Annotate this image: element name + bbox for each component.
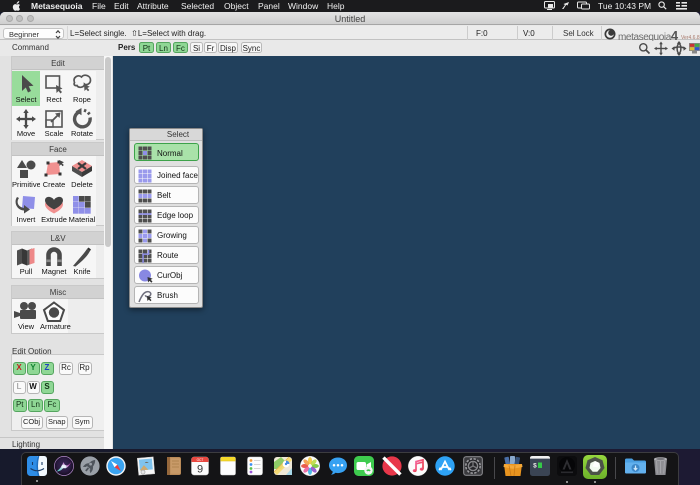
svg-text:OCT: OCT [197,458,204,462]
svg-text:$: $ [533,463,537,470]
svg-text:9: 9 [197,464,203,476]
